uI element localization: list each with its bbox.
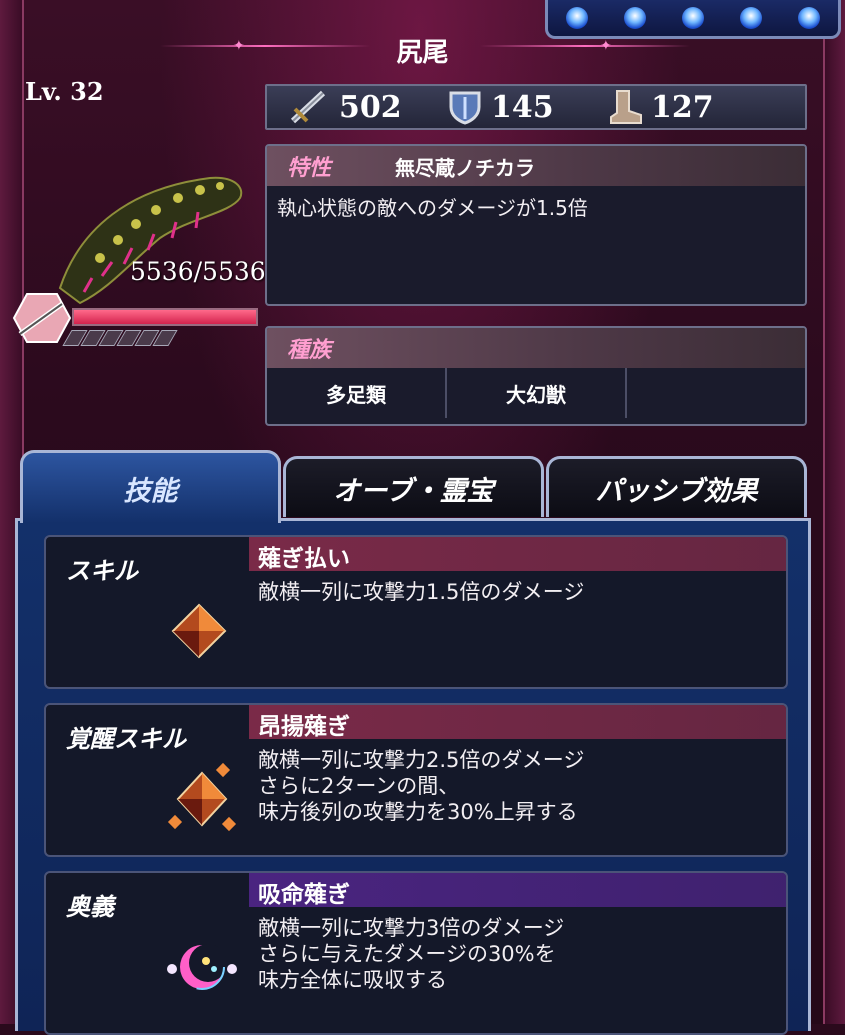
weapon-type-icon [12, 293, 72, 343]
defense-stat: 145 [447, 89, 587, 125]
speed-value: 127 [651, 89, 714, 125]
tab-bar: 技能 オーブ・霊宝 パッシブ効果 [15, 450, 807, 523]
defense-value: 145 [491, 89, 554, 125]
trait-description: 執心状態の敵へのダメージが1.5倍 [277, 196, 588, 220]
skill-name: 昂揚薙ぎ [258, 714, 350, 740]
gauge-segments [62, 330, 178, 346]
race-label: 種族 [287, 338, 332, 363]
race-cell: 大幻獣 [447, 368, 627, 418]
attack-stat: 502 [287, 89, 427, 125]
skill-card[interactable]: 奥義 吸命薙ぎ 敵横一列に攻撃力3倍のダメージ さらに与えたダメージの30%を … [44, 871, 788, 1035]
skill-description: 敵横一列に攻撃力1.5倍のダメージ [258, 579, 584, 605]
orb-icon [798, 7, 820, 29]
orb-icon [624, 7, 646, 29]
skill-description-line: 味方後列の攻撃力を30%上昇する [258, 800, 578, 824]
skill-description-line: 敵横一列に攻撃力2.5倍のダメージ [258, 748, 585, 772]
tab-orbs[interactable]: オーブ・霊宝 [283, 456, 544, 517]
orb-icon [740, 7, 762, 29]
speed-stat: 127 [607, 89, 747, 125]
trait-name: 無尽蔵ノチカラ [395, 155, 535, 180]
trait-label: 特性 [287, 156, 332, 181]
orb-icon [682, 7, 704, 29]
tab-skills[interactable]: 技能 [20, 450, 281, 523]
unit-level: Lv. 32 [25, 77, 104, 106]
stats-bar: 502 145 127 [265, 84, 807, 130]
shield-icon [449, 91, 481, 125]
tab-passive[interactable]: パッシブ効果 [546, 456, 807, 517]
hp-bar-fill [74, 310, 256, 324]
crystal-icon [171, 603, 227, 659]
sword-icon [290, 90, 326, 124]
skill-type-label: 覚醒スキル [66, 725, 186, 753]
skill-description: 敵横一列に攻撃力2.5倍のダメージ さらに2ターンの間、 味方後列の攻撃力を30… [258, 747, 584, 825]
skills-panel: スキル 薙ぎ払い 敵横一列に攻撃力1.5倍のダメージ 覚醒スキル 昂揚薙ぎ 敵横… [15, 518, 811, 1035]
race-row: 多足類 大幻獣 [267, 368, 805, 418]
skill-type-label: スキル [66, 557, 138, 585]
trait-header: 特性 無尽蔵ノチカラ [267, 146, 805, 186]
race-panel: 種族 多足類 大幻獣 [265, 326, 807, 426]
skill-name: 吸命薙ぎ [258, 882, 350, 908]
attack-value: 502 [339, 89, 402, 125]
skill-description-line: さらに2ターンの間、 [258, 774, 460, 798]
skill-description-line: 敵横一列に攻撃力3倍のダメージ [258, 916, 565, 940]
hp-readout: 5536/5536 [130, 257, 266, 286]
race-header: 種族 [267, 328, 805, 368]
creature-portrait[interactable] [40, 168, 250, 308]
unit-name: 尻尾 [396, 38, 449, 68]
orb-icon [566, 7, 588, 29]
crescent-orb-icon [167, 944, 237, 990]
skill-description: 敵横一列に攻撃力3倍のダメージ さらに与えたダメージの30%を 味方全体に吸収す… [258, 915, 564, 993]
race-cell: 多足類 [267, 368, 447, 418]
skill-type-label: 奥義 [66, 893, 114, 921]
skill-card[interactable]: 覚醒スキル 昂揚薙ぎ 敵横一列に攻撃力2.5倍のダメージ さらに2ターンの間、 … [44, 703, 788, 857]
frame-right [823, 0, 845, 1024]
skill-description-line: 敵横一列に攻撃力1.5倍のダメージ [258, 580, 585, 604]
skill-card[interactable]: スキル 薙ぎ払い 敵横一列に攻撃力1.5倍のダメージ [44, 535, 788, 689]
awakened-crystal-icon [167, 762, 237, 832]
skill-description-line: さらに与えたダメージの30%を [258, 942, 556, 966]
skill-name: 薙ぎ払い [258, 546, 350, 572]
hp-bar [72, 308, 258, 326]
trait-panel: 特性 無尽蔵ノチカラ 執心状態の敵へのダメージが1.5倍 [265, 144, 807, 306]
race-cell [627, 368, 805, 418]
boot-icon [610, 90, 642, 124]
skill-description-line: 味方全体に吸収する [258, 968, 447, 992]
